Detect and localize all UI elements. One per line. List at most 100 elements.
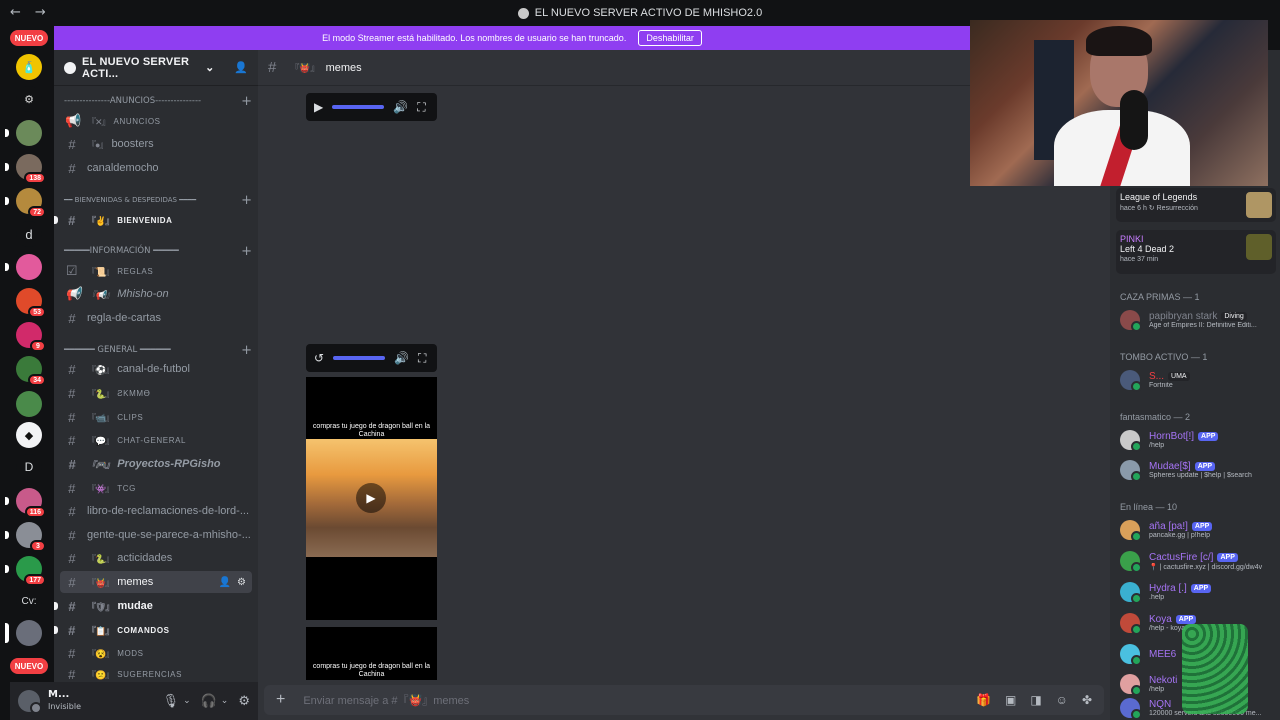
server-icon-14[interactable]: 177	[5, 556, 46, 586]
avatar[interactable]	[18, 690, 42, 714]
window-title: EL NUEVO SERVER ACTIVO DE MHISHO2.0	[517, 7, 762, 19]
server-icon-1[interactable]: 🧴	[16, 54, 42, 80]
chevron-down-icon[interactable]: ⌄	[183, 696, 191, 706]
emoji-icon[interactable]: ☺	[1056, 693, 1068, 707]
video-attachment-2[interactable]: compras tu juego de dragon ball en la Ca…	[306, 627, 437, 680]
channel-tcg[interactable]: # 『👾』 TCG	[60, 477, 252, 499]
avatar	[1120, 520, 1142, 542]
member-item[interactable]: S... UMA Fortnite	[1120, 366, 1278, 394]
add-channel-icon[interactable]: +	[241, 94, 252, 109]
play-icon[interactable]: ▶	[356, 483, 386, 513]
gift-icon[interactable]: 🎁	[976, 693, 991, 707]
channel-anuncios[interactable]: 📢 『✕』 ANUNCIOS	[60, 110, 252, 132]
category-bienvenidas[interactable]: ━━ BIENVENIDAS & DESPEDIDAS ━━━━ +	[64, 193, 254, 208]
channel-canal-de-futbol[interactable]: # 『⚽』 canal-de-futbol	[60, 358, 252, 380]
member-item[interactable]: aña [pa!] APP pancake.gg | p!help	[1120, 516, 1278, 544]
category-general[interactable]: ━━━━━━ GENERAL ━━━━━━ +	[64, 343, 254, 358]
server-icon-12[interactable]: 116	[5, 488, 46, 518]
channel-mhisho-on[interactable]: 📢 『📢』 Mhisho-on	[60, 283, 252, 305]
message-input[interactable]: Enviar mensaje a #『👹』memes	[303, 692, 469, 708]
member-item[interactable]: Hydra [.] APP .help	[1120, 578, 1278, 606]
message-composer[interactable]: + Enviar mensaje a #『👹』memes 🎁 ▣ ◨ ☺ ✤	[264, 685, 1104, 715]
hash-icon: #	[68, 598, 76, 614]
hash-icon: #	[68, 432, 76, 448]
hash-icon: #	[68, 409, 76, 425]
add-channel-icon[interactable]: +	[241, 244, 252, 259]
category-informacion[interactable]: ━━━━━INFORMACIÓN ━━━━━ +	[64, 244, 254, 259]
hash-icon: #	[68, 503, 76, 519]
category-anuncios[interactable]: ---------------ANUNCIOS--------------- +	[64, 94, 254, 109]
hash-icon: #	[68, 456, 76, 472]
server-icon-4[interactable]: 138	[5, 154, 46, 184]
add-channel-icon[interactable]: +	[241, 193, 252, 208]
channel-clips[interactable]: # 『📹』 CLIPS	[60, 406, 252, 428]
member-item[interactable]: Mudae[$] APP Spheres update | $help | $sea…	[1120, 456, 1278, 484]
user-info[interactable]: M... Invisible	[48, 689, 153, 713]
member-item[interactable]: papibryan stark Diving Age of Empires II: …	[1120, 306, 1278, 334]
channel-memes[interactable]: # 『👹』 memes 👤 ⚙	[60, 571, 252, 593]
volume-slider[interactable]	[333, 356, 386, 360]
video-attachment[interactable]: compras tu juego de dragon ball en la Ca…	[306, 377, 437, 620]
invite-people-icon[interactable]: 👤	[234, 61, 248, 74]
channel-canaldemocho[interactable]: # canaldemocho	[60, 157, 252, 179]
server-icon-7[interactable]: 53	[16, 288, 46, 318]
add-channel-icon[interactable]: +	[241, 343, 252, 358]
audio-player: ▶ 🔊 ⛶	[306, 93, 437, 121]
server-icon-8[interactable]: 9	[16, 322, 46, 352]
channel-acticidades[interactable]: # 『🐍』 acticidades	[60, 547, 252, 569]
volume-icon[interactable]: 🔊	[393, 100, 408, 114]
channel-proyectos-rpgisho[interactable]: # 『🎮』 Proyectos-RPGisho	[60, 453, 252, 475]
back-arrow-icon[interactable]: ←	[10, 5, 21, 20]
volume-slider[interactable]	[332, 105, 385, 109]
server-icon-11[interactable]: ◆	[16, 422, 42, 448]
server-icon-13[interactable]: 3	[5, 522, 46, 552]
disable-streamer-button[interactable]: Deshabilitar	[638, 30, 702, 46]
channel-reglas[interactable]: ☑ 『📜』 REGLAS	[60, 260, 252, 282]
sticker-icon[interactable]: ◨	[1030, 693, 1041, 707]
replay-icon[interactable]: ↺	[314, 351, 324, 365]
volume-icon[interactable]: 🔊	[394, 351, 409, 365]
server-icon-cv[interactable]: Cv:	[16, 588, 42, 614]
add-attachment-icon[interactable]: +	[276, 691, 285, 709]
channel-comandos[interactable]: # 『📋』 COMANDOS	[54, 619, 252, 641]
channel-skmmo[interactable]: # 『🐍』 ƧKMMӨ	[60, 382, 252, 404]
channel-bienvenida[interactable]: # 『✌』 BIENVENIDA	[54, 209, 252, 231]
play-icon[interactable]: ▶	[314, 100, 323, 114]
activity-card-lol[interactable]: League of Legends hace 6 h ↻ Resurrecció…	[1116, 188, 1276, 222]
channel-mudae[interactable]: # 『🛡』 mudae	[54, 595, 252, 617]
channel-chat-general[interactable]: # 『💬』 CHAT-GENERAL	[60, 429, 252, 451]
server-header[interactable]: EL NUEVO SERVER ACTI... ⌄ 👤	[54, 50, 258, 86]
channel-settings-icon[interactable]: ⚙	[237, 577, 246, 588]
channel-libro-de-reclamaciones[interactable]: # libro-de-reclamaciones-de-lord-...	[60, 500, 252, 522]
microphone-icon[interactable]: 🎙	[163, 694, 180, 709]
channel-sugerencias[interactable]: # 『😕』 SUGERENCIAS	[60, 666, 252, 682]
fullscreen-icon[interactable]: ⛶	[418, 351, 426, 366]
server-icon-D[interactable]: D	[16, 454, 42, 480]
game-icon	[1246, 234, 1272, 260]
forward-arrow-icon[interactable]: →	[35, 5, 46, 20]
server-icon-15[interactable]	[5, 620, 42, 646]
hash-icon: #	[68, 361, 76, 377]
server-icon-5[interactable]: 72	[5, 188, 46, 218]
member-item[interactable]: CactusFire [c/] APP 📍 | cactusfire.xyz | d…	[1120, 547, 1278, 575]
chevron-down-icon[interactable]: ⌄	[221, 696, 229, 706]
server-icon-9[interactable]: 34	[16, 356, 46, 386]
server-icon-10[interactable]	[16, 391, 42, 417]
channel-mods[interactable]: # 『😵』 MODS	[60, 642, 252, 664]
channel-regla-de-cartas[interactable]: # regla-de-cartas	[60, 307, 252, 329]
gif-icon[interactable]: ▣	[1005, 693, 1016, 707]
channel-boosters[interactable]: # 『●』 boosters	[60, 133, 252, 155]
server-icon-3[interactable]	[5, 120, 42, 146]
apps-icon[interactable]: ✤	[1082, 693, 1092, 707]
avatar	[1120, 644, 1142, 666]
member-item[interactable]: HornBot[!] APP/help	[1120, 426, 1278, 454]
activity-card-l4d2[interactable]: PINKI Left 4 Dead 2 hace 37 min	[1116, 230, 1276, 274]
server-icon-d[interactable]: d	[16, 221, 42, 247]
headphones-icon[interactable]: 🎧	[201, 694, 217, 709]
channel-gente-que-se-parece[interactable]: # gente-que-se-parece-a-mhisho-...	[60, 524, 252, 546]
server-icon-6[interactable]	[5, 254, 42, 280]
fullscreen-icon[interactable]: ⛶	[417, 100, 425, 115]
server-icon-2[interactable]: ⚙	[16, 86, 42, 112]
gear-icon[interactable]: ⚙	[238, 694, 250, 709]
invite-icon[interactable]: 👤	[219, 577, 231, 588]
